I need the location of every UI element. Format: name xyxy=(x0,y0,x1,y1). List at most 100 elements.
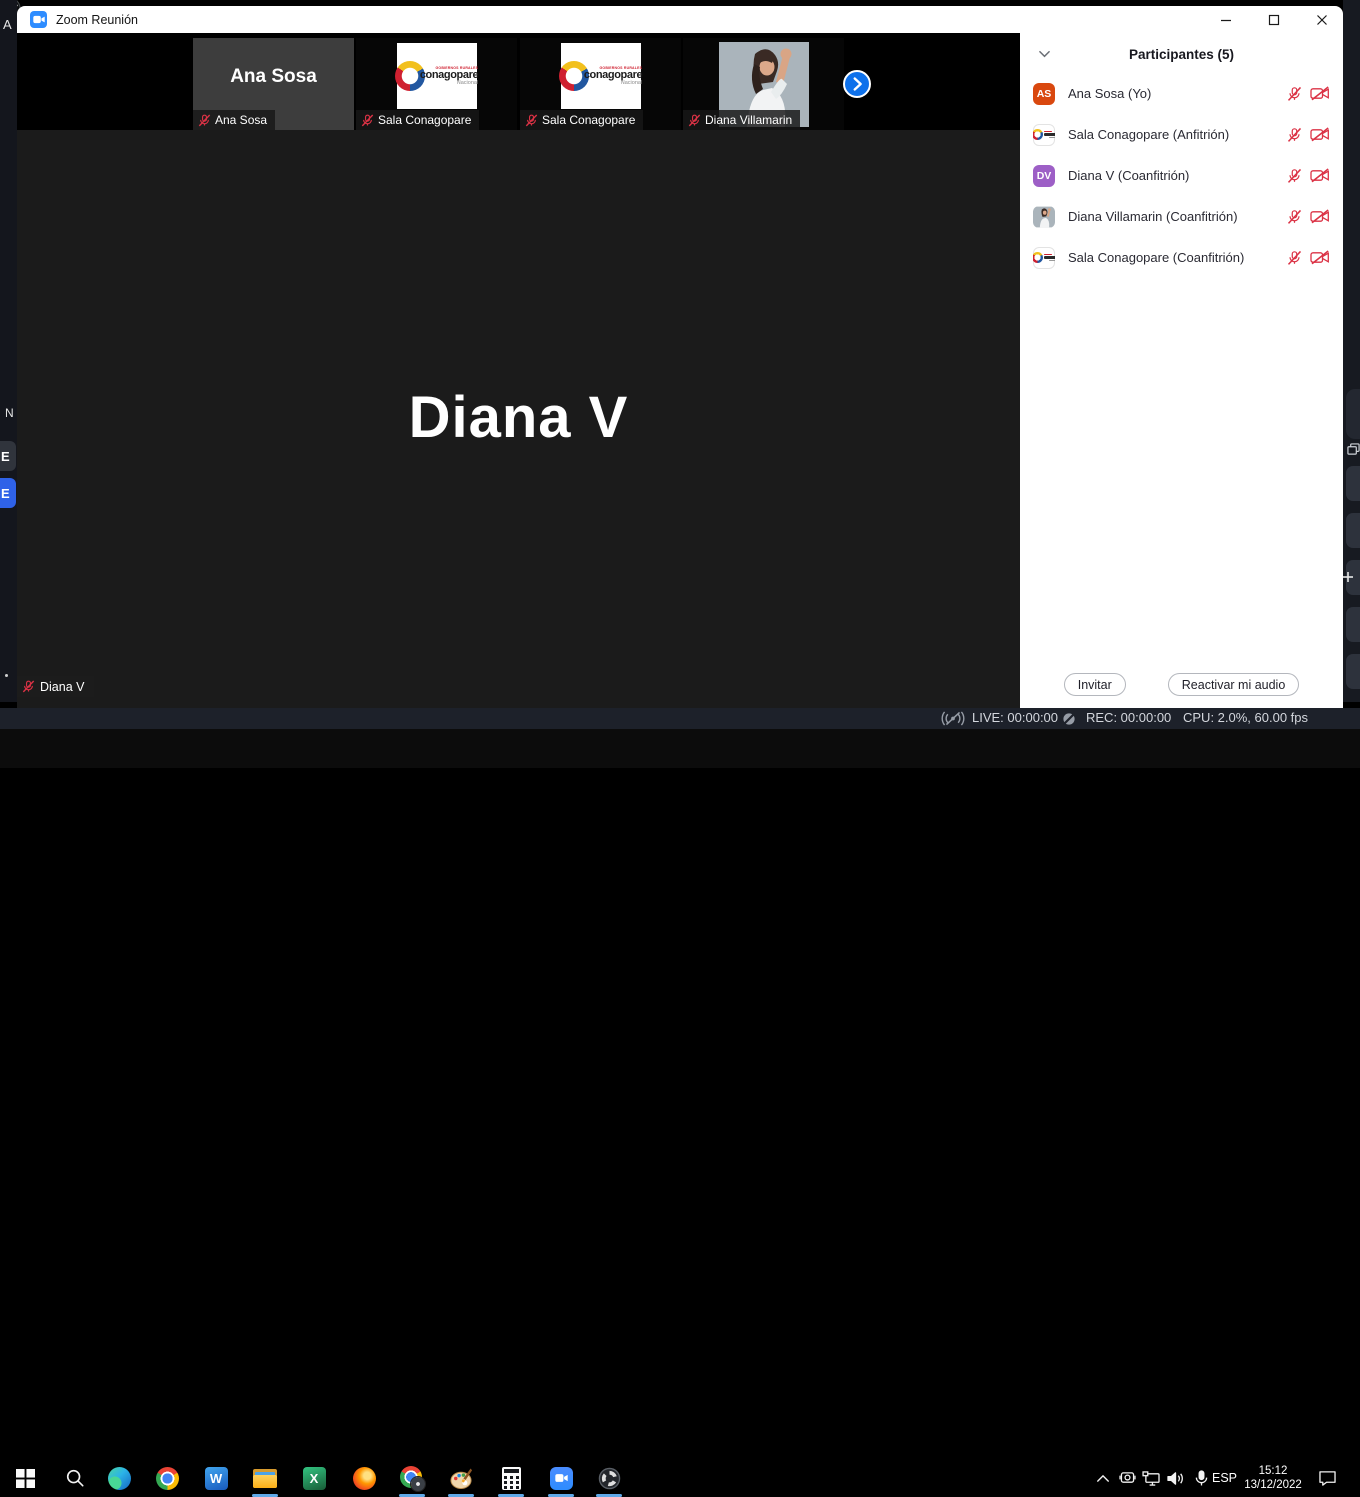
mic-muted-icon xyxy=(1287,168,1302,184)
paint-icon[interactable] xyxy=(448,1465,474,1491)
tray-network-icon[interactable] xyxy=(1138,1465,1164,1491)
conagopare-logo: GOBIERNOS RURALES conagopare Nacional xyxy=(397,43,477,109)
maximize-button[interactable] xyxy=(1265,11,1283,29)
tile-name-label: Diana Villamarin xyxy=(683,110,800,130)
participants-list: AS Ana Sosa (Yo) xyxy=(1020,73,1343,278)
mic-muted-icon xyxy=(22,680,35,693)
obs-dot xyxy=(5,674,8,677)
avatar: AS xyxy=(1033,83,1055,105)
obs-left-dock: A N E E xyxy=(0,0,17,702)
obs-side-button[interactable] xyxy=(1346,513,1360,548)
tray-time: 15:12 xyxy=(1259,1465,1288,1477)
desktop: { "window": { "title": "Zoom Reunión" },… xyxy=(0,0,1360,768)
live-timer: LIVE: 00:00:00 xyxy=(972,710,1058,725)
avatar-conagopare xyxy=(1033,124,1055,146)
tray-date: 13/12/2022 xyxy=(1244,1479,1302,1491)
tile-name-label: Sala Conagopare xyxy=(356,110,479,130)
tray-language[interactable]: ESP xyxy=(1212,1471,1237,1485)
chrome-app-icon[interactable] xyxy=(399,1465,425,1491)
tile-name-label: Sala Conagopare xyxy=(520,110,643,130)
video-off-icon xyxy=(1310,168,1330,183)
participant-row[interactable]: Diana Villamarin (Coanfitrión) xyxy=(1020,196,1343,237)
restore-window-icon[interactable] xyxy=(1347,443,1360,456)
conagopare-logo: GOBIERNOS RURALES conagopare Nacional xyxy=(561,43,641,109)
self-view-label: Diana V xyxy=(17,676,94,697)
tile-name-label: Ana Sosa xyxy=(193,110,275,130)
mic-muted-icon xyxy=(361,114,374,127)
video-tile-diana-villamarin[interactable]: Diana Villamarin xyxy=(683,38,844,130)
obs-side-button[interactable] xyxy=(1346,607,1360,642)
tray-chevron-up-icon[interactable] xyxy=(1090,1465,1116,1491)
video-off-icon xyxy=(1310,86,1330,101)
search-icon[interactable] xyxy=(62,1465,88,1491)
obs-taskbar-icon[interactable] xyxy=(596,1465,622,1491)
cpu-stats: CPU: 2.0%, 60.00 fps xyxy=(1183,710,1308,725)
avatar-photo xyxy=(1033,206,1055,228)
start-button-icon[interactable] xyxy=(12,1465,38,1491)
participants-title: Participantes (5) xyxy=(1129,47,1234,62)
avatar-conagopare xyxy=(1033,247,1055,269)
participant-row[interactable]: Sala Conagopare (Coanfitrión) xyxy=(1020,237,1343,278)
conagopare-logo-avatar xyxy=(1033,129,1055,140)
word-icon[interactable]: W xyxy=(203,1465,229,1491)
wheel-badge-icon xyxy=(411,1477,425,1491)
chevron-down-icon[interactable] xyxy=(1039,50,1050,58)
firefox-icon[interactable] xyxy=(351,1465,377,1491)
chevron-right-icon xyxy=(846,73,868,95)
tray-volume-icon[interactable] xyxy=(1162,1465,1188,1491)
tray-microphone-icon[interactable] xyxy=(1188,1465,1214,1491)
tray-clock[interactable]: 15:12 13/12/2022 xyxy=(1240,1464,1306,1492)
title-bar: Zoom Reunión xyxy=(17,6,1343,33)
obs-side-button[interactable] xyxy=(1346,654,1360,689)
mic-muted-icon xyxy=(1287,250,1302,266)
obs-partial-button[interactable]: E xyxy=(0,441,16,471)
minimize-button[interactable] xyxy=(1217,11,1235,29)
video-tile-sala-conagopare-2[interactable]: GOBIERNOS RURALES conagopare Nacional xyxy=(520,38,681,130)
video-off-icon xyxy=(1310,250,1330,265)
zoom-taskbar-icon[interactable] xyxy=(548,1465,574,1491)
obs-side-button[interactable] xyxy=(1346,466,1360,501)
participants-panel: Participantes (5) AS Ana Sosa (Yo) xyxy=(1020,33,1343,708)
obs-status-bar: LIVE: 00:00:00 REC: 00:00:00 CPU: 2.0%, … xyxy=(0,708,1360,729)
participant-row[interactable]: AS Ana Sosa (Yo) xyxy=(1020,73,1343,114)
participants-header: Participantes (5) xyxy=(1020,33,1343,62)
obs-partial-button-blue[interactable]: E xyxy=(0,478,16,508)
zoom-meeting-window: Zoom Reunión Ana Sosa xyxy=(17,6,1343,708)
obs-partial-label: A xyxy=(3,17,12,32)
invite-button[interactable]: Invitar xyxy=(1064,673,1126,696)
participant-row[interactable]: Sala Conagopare (Anfitrión) xyxy=(1020,114,1343,155)
window-title: Zoom Reunión xyxy=(56,13,138,27)
obs-partial-label: N xyxy=(5,406,14,420)
chrome-icon[interactable] xyxy=(154,1465,180,1491)
avatar: DV xyxy=(1033,165,1055,187)
zoom-app-icon xyxy=(30,11,47,28)
obs-side-button[interactable] xyxy=(1346,389,1360,439)
tray-cast-icon[interactable] xyxy=(1114,1465,1140,1491)
video-tile-ana-sosa[interactable]: Ana Sosa Ana Sosa xyxy=(193,38,354,130)
video-off-icon xyxy=(1310,209,1330,224)
participant-row[interactable]: DV Diana V (Coanfitrión) xyxy=(1020,155,1343,196)
obs-right-dock xyxy=(1343,0,1360,702)
tray-notifications-icon[interactable] xyxy=(1314,1465,1340,1491)
file-explorer-icon[interactable] xyxy=(252,1465,278,1491)
mic-muted-icon xyxy=(688,114,701,127)
windows-taskbar: W X xyxy=(0,729,1360,768)
close-button[interactable] xyxy=(1313,11,1331,29)
next-gallery-page-button[interactable] xyxy=(843,70,871,98)
active-speaker-name: Diana V xyxy=(17,384,1020,451)
obs-side-button[interactable] xyxy=(1346,560,1360,595)
mic-muted-icon xyxy=(1287,86,1302,102)
edge-icon[interactable] xyxy=(106,1465,132,1491)
excel-icon[interactable]: X xyxy=(301,1465,327,1491)
video-off-icon xyxy=(1310,127,1330,142)
rec-timer: REC: 00:00:00 xyxy=(1086,710,1171,725)
video-tile-sala-conagopare[interactable]: GOBIERNOS RURALES conagopare Nacional xyxy=(356,38,517,130)
stream-inactive-icon xyxy=(941,711,965,726)
conagopare-logo-avatar xyxy=(1033,252,1055,263)
mic-muted-icon xyxy=(198,114,211,127)
calculator-icon[interactable] xyxy=(498,1465,524,1491)
unmute-audio-button[interactable]: Reactivar mi audio xyxy=(1168,673,1300,696)
record-inactive-icon xyxy=(1062,712,1076,726)
mic-muted-icon xyxy=(1287,209,1302,225)
mic-muted-icon xyxy=(1287,127,1302,143)
